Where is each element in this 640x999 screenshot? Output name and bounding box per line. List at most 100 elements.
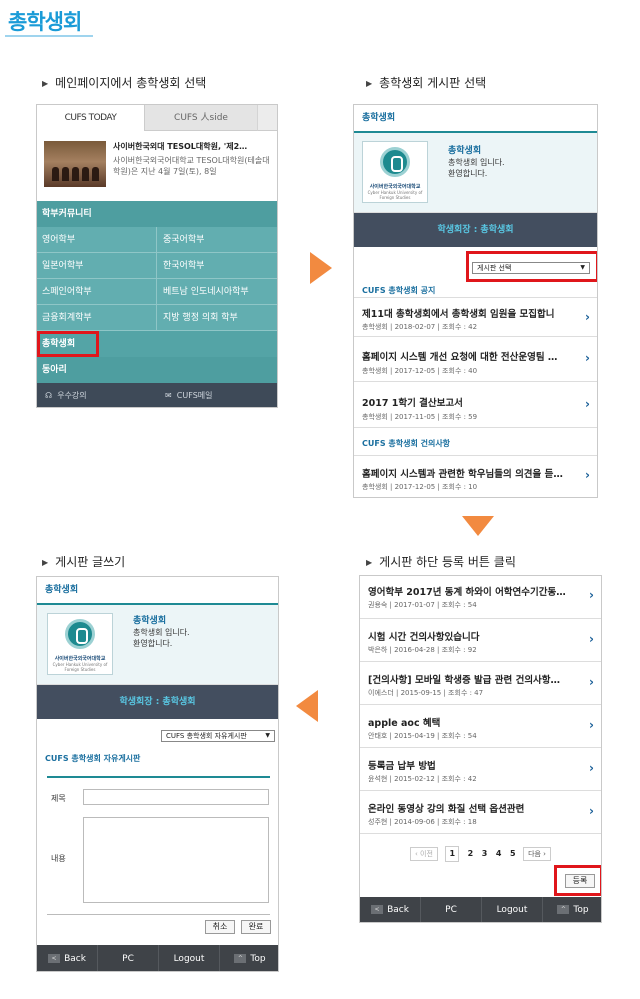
title-label: 제목 bbox=[51, 794, 66, 803]
list-post[interactable]: 온라인 동영상 강의 화질 선택 옵션관련 성주현 | 2014-09-06 |… bbox=[360, 791, 601, 834]
list-post[interactable]: 시험 시간 건의사항있습니다 박은하 | 2016-04-28 | 조회수 : … bbox=[360, 619, 601, 662]
board-post[interactable]: 홈페이지 시스템 개선 요청에 대한 전산운영팀 … 총학생회 | 2017-1… bbox=[354, 337, 597, 382]
post-title: 홈페이지 시스템과 관련한 학우님들의 의견을 듣… bbox=[362, 469, 563, 480]
post-title: 시험 시간 건의사항있습니다 bbox=[368, 632, 480, 643]
page-3[interactable]: 3 bbox=[482, 847, 488, 861]
pc-label: PC bbox=[445, 905, 457, 915]
board-select-value: CUFS 총학생회 자유게시판 bbox=[166, 732, 247, 740]
board-screen: 총학생회 사이버한국외국어대학교 Cyber Hankuk University… bbox=[353, 104, 598, 498]
chevron-right-icon: › bbox=[585, 468, 590, 482]
profile-desc-1: 총학생회 입니다. bbox=[448, 158, 505, 167]
news-thumbnail[interactable] bbox=[44, 141, 106, 187]
major-vietnam-indonesia[interactable]: 베트남 인도네시아학부 bbox=[157, 279, 277, 305]
pagination: ‹ 이전 1 2 3 4 5 다음 › bbox=[360, 846, 601, 862]
best-lecture-label: 우수강의 bbox=[57, 391, 87, 400]
profile-name: 총학생회 bbox=[448, 146, 482, 156]
highlight-box bbox=[554, 865, 601, 896]
post-meta: 성주현 | 2014-09-06 | 조회수 : 18 bbox=[368, 818, 477, 826]
bullet-icon: ▶ bbox=[42, 79, 49, 88]
major-finance[interactable]: 금융회계학부 bbox=[37, 305, 157, 331]
cancel-button[interactable]: 취소 bbox=[205, 920, 235, 934]
done-button[interactable]: 완료 bbox=[241, 920, 271, 934]
page-4[interactable]: 4 bbox=[496, 847, 502, 861]
cufs-mail-link[interactable]: ✉ CUFS메일 bbox=[165, 383, 213, 407]
back-button[interactable]: < Back bbox=[360, 897, 420, 922]
profile-desc-2: 환영합니다. bbox=[448, 169, 488, 178]
page-5[interactable]: 5 bbox=[510, 847, 516, 861]
post-title: 제11대 총학생회에서 총학생회 임원을 모집합니 bbox=[362, 309, 555, 320]
prev-page-button[interactable]: ‹ 이전 bbox=[410, 847, 438, 861]
title-underline bbox=[5, 35, 93, 37]
title-input[interactable] bbox=[83, 789, 269, 805]
profile-name: 총학생회 bbox=[133, 616, 167, 626]
post-title: apple aoc 혜택 bbox=[368, 718, 441, 729]
chevron-right-icon: › bbox=[585, 351, 590, 365]
major-chinese[interactable]: 중국어학부 bbox=[157, 227, 277, 253]
tab-spacer bbox=[257, 105, 277, 131]
write-form-title: CUFS 총학생회 자유게시판 bbox=[45, 754, 141, 763]
board-post[interactable]: 홈페이지 시스템과 관련한 학우님들의 의견을 듣… 총학생회 | 2017-1… bbox=[354, 456, 597, 497]
pc-button[interactable]: PC bbox=[420, 897, 481, 922]
major-japanese[interactable]: 일본어학부 bbox=[37, 253, 157, 279]
major-spanish[interactable]: 스페인어학부 bbox=[37, 279, 157, 305]
profile-area: 사이버한국외국어대학교 Cyber Hankuk University of F… bbox=[37, 605, 278, 685]
back-label: Back bbox=[64, 954, 86, 964]
post-meta: 권용숙 | 2017-01-07 | 조회수 : 54 bbox=[368, 601, 477, 609]
major-korean[interactable]: 한국어학부 bbox=[157, 253, 277, 279]
list-post[interactable]: [건의사항] 모바일 학생증 발급 관련 건의사항… 이에스더 | 2015-0… bbox=[360, 662, 601, 705]
arrow-left-icon bbox=[296, 690, 318, 722]
step-3-text: 게시판 글쓰기 bbox=[55, 555, 126, 569]
board-header: 총학생회 bbox=[354, 105, 597, 133]
chevron-down-icon: ▼ bbox=[265, 732, 270, 739]
cufs-mail-label: CUFS메일 bbox=[176, 391, 213, 400]
club-header[interactable]: 동아리 bbox=[37, 357, 277, 383]
best-lecture-link[interactable]: ☊ 우수강의 bbox=[45, 383, 87, 407]
major-local-admin[interactable]: 지방 행정 의회 학부 bbox=[157, 305, 277, 331]
main-bottom-bar: ☊ 우수강의 ✉ CUFS메일 bbox=[37, 383, 277, 407]
bottom-nav: < Back PC Logout ^ Top bbox=[37, 945, 278, 971]
up-arrow-icon: ^ bbox=[234, 954, 247, 963]
content-textarea[interactable] bbox=[83, 817, 269, 903]
step-1-label: ▶ 메인페이지에서 총학생회 선택 bbox=[42, 74, 282, 91]
bullet-icon: ▶ bbox=[366, 558, 373, 567]
main-page-screen: CUFS TODAY CUFS 人side 사이버한국외대 TESOL대학원, … bbox=[36, 104, 278, 408]
profile-desc-2: 환영합니다. bbox=[133, 639, 173, 648]
list-post[interactable]: apple aoc 혜택 안태호 | 2015-04-19 | 조회수 : 54… bbox=[360, 705, 601, 748]
logout-button[interactable]: Logout bbox=[158, 945, 219, 971]
top-button[interactable]: ^ Top bbox=[219, 945, 278, 971]
highlight-box bbox=[37, 331, 99, 357]
form-divider bbox=[47, 776, 270, 778]
chevron-right-icon: › bbox=[585, 310, 590, 324]
tab-cufs-inside[interactable]: CUFS 人side bbox=[145, 105, 257, 131]
bottom-nav: < Back PC Logout ^ Top bbox=[360, 897, 601, 922]
board-post[interactable]: 2017 1학기 결산보고서 총학생회 | 2017-11-05 | 조회수 :… bbox=[354, 382, 597, 428]
post-meta: 윤석현 | 2015-02-12 | 조회수 : 42 bbox=[368, 775, 477, 783]
up-arrow-icon: ^ bbox=[557, 905, 570, 914]
major-english[interactable]: 영어학부 bbox=[37, 227, 157, 253]
bullet-icon: ▶ bbox=[42, 558, 49, 567]
news-tabs: CUFS TODAY CUFS 人side bbox=[37, 105, 277, 131]
page-1[interactable]: 1 bbox=[445, 846, 460, 862]
post-title: 온라인 동영상 강의 화질 선택 옵션관련 bbox=[368, 804, 525, 815]
post-title: 영어학부 2017년 동계 하와이 어학연수기간동… bbox=[368, 587, 566, 598]
post-meta: 이에스더 | 2015-09-15 | 조회수 : 47 bbox=[368, 689, 484, 697]
list-post[interactable]: 영어학부 2017년 동계 하와이 어학연수기간동… 권용숙 | 2017-01… bbox=[360, 576, 601, 619]
board-select[interactable]: CUFS 총학생회 자유게시판 ▼ bbox=[161, 730, 275, 742]
pc-button[interactable]: PC bbox=[97, 945, 158, 971]
top-button[interactable]: ^ Top bbox=[542, 897, 601, 922]
logout-button[interactable]: Logout bbox=[481, 897, 542, 922]
tab-cufs-today[interactable]: CUFS TODAY bbox=[37, 105, 145, 131]
back-arrow-icon: < bbox=[48, 954, 61, 963]
back-label: Back bbox=[387, 905, 409, 915]
logout-label: Logout bbox=[173, 954, 205, 964]
page-2[interactable]: 2 bbox=[468, 847, 474, 861]
chevron-right-icon: › bbox=[589, 761, 594, 775]
bullet-icon: ▶ bbox=[366, 79, 373, 88]
profile-area: 사이버한국외국어대학교 Cyber Hankuk University of F… bbox=[354, 133, 597, 213]
next-page-button[interactable]: 다음 › bbox=[523, 847, 551, 861]
list-post[interactable]: 등록금 납부 방법 윤석현 | 2015-02-12 | 조회수 : 42 › bbox=[360, 748, 601, 791]
back-button[interactable]: < Back bbox=[37, 945, 97, 971]
profile-desc-1: 총학생회 입니다. bbox=[133, 628, 190, 637]
board-post[interactable]: 제11대 총학생회에서 총학생회 임원을 모집합니 총학생회 | 2018-02… bbox=[354, 298, 597, 337]
news-headline[interactable]: 사이버한국외대 TESOL대학원, '제2… bbox=[113, 141, 273, 152]
